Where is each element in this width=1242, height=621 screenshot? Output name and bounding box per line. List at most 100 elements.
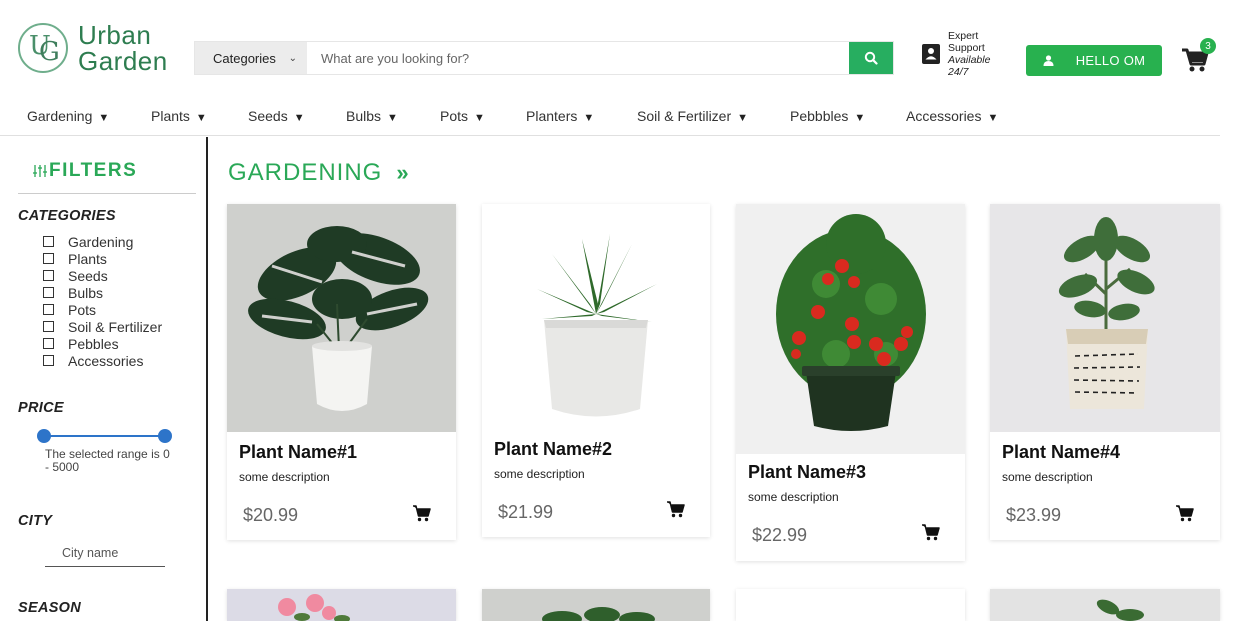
categories-heading: CATEGORIES xyxy=(18,208,116,224)
checkbox[interactable] xyxy=(43,236,54,247)
product-price: $20.99 xyxy=(243,505,299,525)
category-option-gardening[interactable]: Gardening xyxy=(43,233,162,250)
caret-down-icon: ▼ xyxy=(987,112,999,124)
category-option-bulbs[interactable]: Bulbs xyxy=(43,284,162,301)
product-price: $21.99 xyxy=(498,502,554,522)
category-select[interactable]: Categories ⌄ xyxy=(195,42,307,74)
caret-down-icon: ▼ xyxy=(293,112,305,124)
slider-track xyxy=(44,435,164,437)
category-select-label: Categories xyxy=(213,50,276,66)
product-card[interactable] xyxy=(227,589,456,621)
category-filter-list: Gardening Plants Seeds Bulbs Pots Soil &… xyxy=(43,233,162,369)
checkbox[interactable] xyxy=(43,304,54,315)
category-option-accessories[interactable]: Accessories xyxy=(43,352,162,369)
nav-label: Plants xyxy=(151,108,190,124)
brand-line-2: Garden xyxy=(78,46,168,76)
nav-label: Accessories xyxy=(906,108,982,124)
category-option-label: Gardening xyxy=(68,233,134,250)
product-card[interactable]: Plant Name#1 some description $20.99 xyxy=(227,204,456,540)
nav-item-planters[interactable]: Planters ▼ xyxy=(526,108,594,124)
nav-item-accessories[interactable]: Accessories ▼ xyxy=(906,108,998,124)
product-name[interactable]: Plant Name#2 xyxy=(494,439,612,460)
add-to-cart-icon[interactable] xyxy=(1176,504,1194,522)
season-heading: SEASON xyxy=(18,600,82,616)
product-image-plant xyxy=(736,589,965,621)
category-option-pebbles[interactable]: Pebbles xyxy=(43,335,162,352)
category-option-label: Seeds xyxy=(68,267,108,284)
caret-down-icon: ▼ xyxy=(854,112,866,124)
nav-item-pebbles[interactable]: Pebbbles ▼ xyxy=(790,108,865,124)
filters-title: FILTERS xyxy=(49,160,138,181)
product-description: some description xyxy=(494,467,585,481)
filters-heading: FILTERS xyxy=(33,160,137,182)
search-icon xyxy=(864,51,878,65)
price-range-text: The selected range is 0 - 5000 xyxy=(45,447,170,474)
search-input[interactable] xyxy=(307,42,849,74)
logo[interactable]: UG Urban Garden xyxy=(18,22,168,74)
product-card[interactable]: Plant Name#2 some description $21.99 xyxy=(482,204,710,537)
product-image-ficus xyxy=(990,204,1220,432)
expert-support[interactable]: Expert Support Available 24/7 xyxy=(920,30,1008,78)
checkbox[interactable] xyxy=(43,321,54,332)
product-name[interactable]: Plant Name#1 xyxy=(239,442,357,463)
caret-down-icon: ▼ xyxy=(195,112,207,124)
nav-label: Soil & Fertilizer xyxy=(637,108,732,124)
product-card[interactable] xyxy=(482,589,710,621)
checkbox[interactable] xyxy=(43,338,54,349)
support-line-3: Available xyxy=(948,54,991,66)
brand-line-1: Urban xyxy=(78,20,152,50)
checkbox[interactable] xyxy=(43,355,54,366)
category-option-seeds[interactable]: Seeds xyxy=(43,267,162,284)
page-title-text: GARDENING xyxy=(228,159,383,186)
product-description: some description xyxy=(748,490,839,504)
category-option-label: Pots xyxy=(68,301,97,318)
nav-item-plants[interactable]: Plants ▼ xyxy=(151,108,207,124)
product-image-tomato-plant xyxy=(736,204,965,454)
contact-card-icon xyxy=(920,43,942,65)
price-range-slider[interactable] xyxy=(37,429,172,443)
nav-label: Pots xyxy=(440,108,469,124)
product-card[interactable] xyxy=(736,589,965,621)
category-option-plants[interactable]: Plants xyxy=(43,250,162,267)
product-card[interactable]: Plant Name#4 some description $23.99 xyxy=(990,204,1220,540)
nav-item-soil-fertilizer[interactable]: Soil & Fertilizer ▼ xyxy=(637,108,748,124)
city-heading: CITY xyxy=(18,513,53,529)
chevron-down-icon: ⌄ xyxy=(288,52,297,64)
nav-label: Bulbs xyxy=(346,108,382,124)
price-heading: PRICE xyxy=(18,400,64,416)
user-greeting: HELLO OM xyxy=(1075,53,1146,68)
category-option-soil-fertilizer[interactable]: Soil & Fertilizer xyxy=(43,318,162,335)
nav-label: Planters xyxy=(526,108,578,124)
product-description: some description xyxy=(1002,470,1093,484)
caret-down-icon: ▼ xyxy=(474,112,485,124)
checkbox[interactable] xyxy=(43,270,54,281)
add-to-cart-icon[interactable] xyxy=(922,523,940,541)
header: UG Urban Garden Categories ⌄ What are yo… xyxy=(0,0,1242,100)
product-name[interactable]: Plant Name#4 xyxy=(1002,442,1120,463)
product-name[interactable]: Plant Name#3 xyxy=(748,462,866,483)
caret-down-icon: ▼ xyxy=(583,112,595,124)
cart-button[interactable]: 3 xyxy=(1180,38,1216,74)
product-card[interactable]: Plant Name#3 some description $22.99 xyxy=(736,204,965,561)
slider-max-handle[interactable] xyxy=(158,429,172,443)
product-price: $22.99 xyxy=(752,525,808,545)
category-option-label: Plants xyxy=(68,250,107,267)
checkbox[interactable] xyxy=(43,253,54,264)
user-account-button[interactable]: HELLO OM xyxy=(1026,45,1162,76)
nav-item-bulbs[interactable]: Bulbs ▼ xyxy=(346,108,398,124)
nav-label: Pebbbles xyxy=(790,108,849,124)
nav-item-seeds[interactable]: Seeds ▼ xyxy=(248,108,305,124)
product-card[interactable] xyxy=(990,589,1220,621)
add-to-cart-icon[interactable] xyxy=(667,500,685,518)
product-image-plant xyxy=(482,589,710,621)
search-button[interactable] xyxy=(849,42,893,74)
slider-min-handle[interactable] xyxy=(37,429,51,443)
nav-item-gardening[interactable]: Gardening ▼ xyxy=(27,108,109,124)
category-nav: Gardening ▼ Plants ▼ Seeds ▼ Bulbs ▼ Pots ▼ P… xyxy=(0,100,1220,136)
category-option-pots[interactable]: Pots xyxy=(43,301,162,318)
logo-mark-icon: UG xyxy=(18,23,68,73)
nav-item-pots[interactable]: Pots ▼ xyxy=(440,108,485,124)
checkbox[interactable] xyxy=(43,287,54,298)
add-to-cart-icon[interactable] xyxy=(413,504,431,522)
city-input[interactable] xyxy=(45,539,165,567)
